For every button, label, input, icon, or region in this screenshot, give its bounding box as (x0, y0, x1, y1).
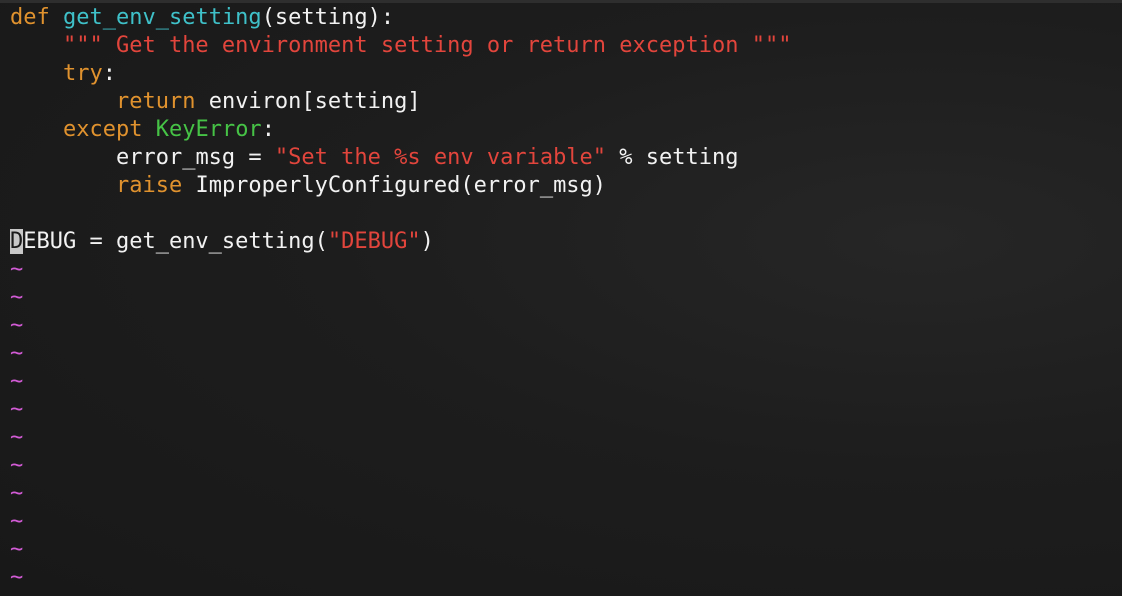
keyword-try: try (62, 61, 103, 86)
empty-line-marker: ~ (10, 369, 24, 394)
empty-line-marker: ~ (10, 509, 24, 534)
empty-line-marker: ~ (10, 537, 24, 562)
empty-line-marker: ~ (10, 285, 24, 310)
function-params: (setting): (261, 5, 395, 30)
keyword-except: except (62, 117, 143, 142)
terminal-screen: def get_env_setting(setting): """ Get th… (0, 0, 1122, 596)
text-cursor[interactable]: D (10, 229, 24, 254)
empty-line-marker: ~ (10, 453, 24, 478)
keyword-def: def (10, 5, 50, 30)
code-line-9: DEBUG = get_env_setting("DEBUG") (10, 229, 434, 254)
empty-line-marker: ~ (10, 257, 24, 282)
code-line-3: try: (62, 61, 116, 86)
code-line-6: error_msg = "Set the %s env variable" % … (115, 145, 739, 170)
code-line-2: """ Get the environment setting or retur… (10, 32, 1122, 60)
keyword-raise: raise (115, 173, 183, 198)
exception-name: KeyError (155, 117, 262, 142)
empty-line-marker: ~ (10, 425, 24, 450)
empty-line-marker: ~ (10, 341, 24, 366)
empty-line-marker: ~ (10, 565, 24, 590)
window-top-edge (0, 0, 1122, 3)
code-editor[interactable]: def get_env_setting(setting): """ Get th… (10, 4, 1122, 592)
string-literal: "DEBUG" (327, 229, 421, 254)
string-literal: "Set the %s env variable" (274, 145, 607, 170)
empty-line-marker: ~ (10, 313, 24, 338)
docstring: """ Get the environment setting or retur… (62, 33, 792, 58)
function-name: get_env_setting (63, 5, 262, 30)
code-line-4: return environ[setting] (115, 89, 421, 114)
code-line-7: raise ImproperlyConfigured(error_msg) (115, 173, 607, 198)
empty-line-marker: ~ (10, 481, 24, 506)
empty-line-marker: ~ (10, 397, 24, 422)
code-line-5: except KeyError: (62, 117, 275, 142)
keyword-return: return (115, 89, 196, 114)
code-line-1: def get_env_setting(setting): (10, 4, 1122, 32)
